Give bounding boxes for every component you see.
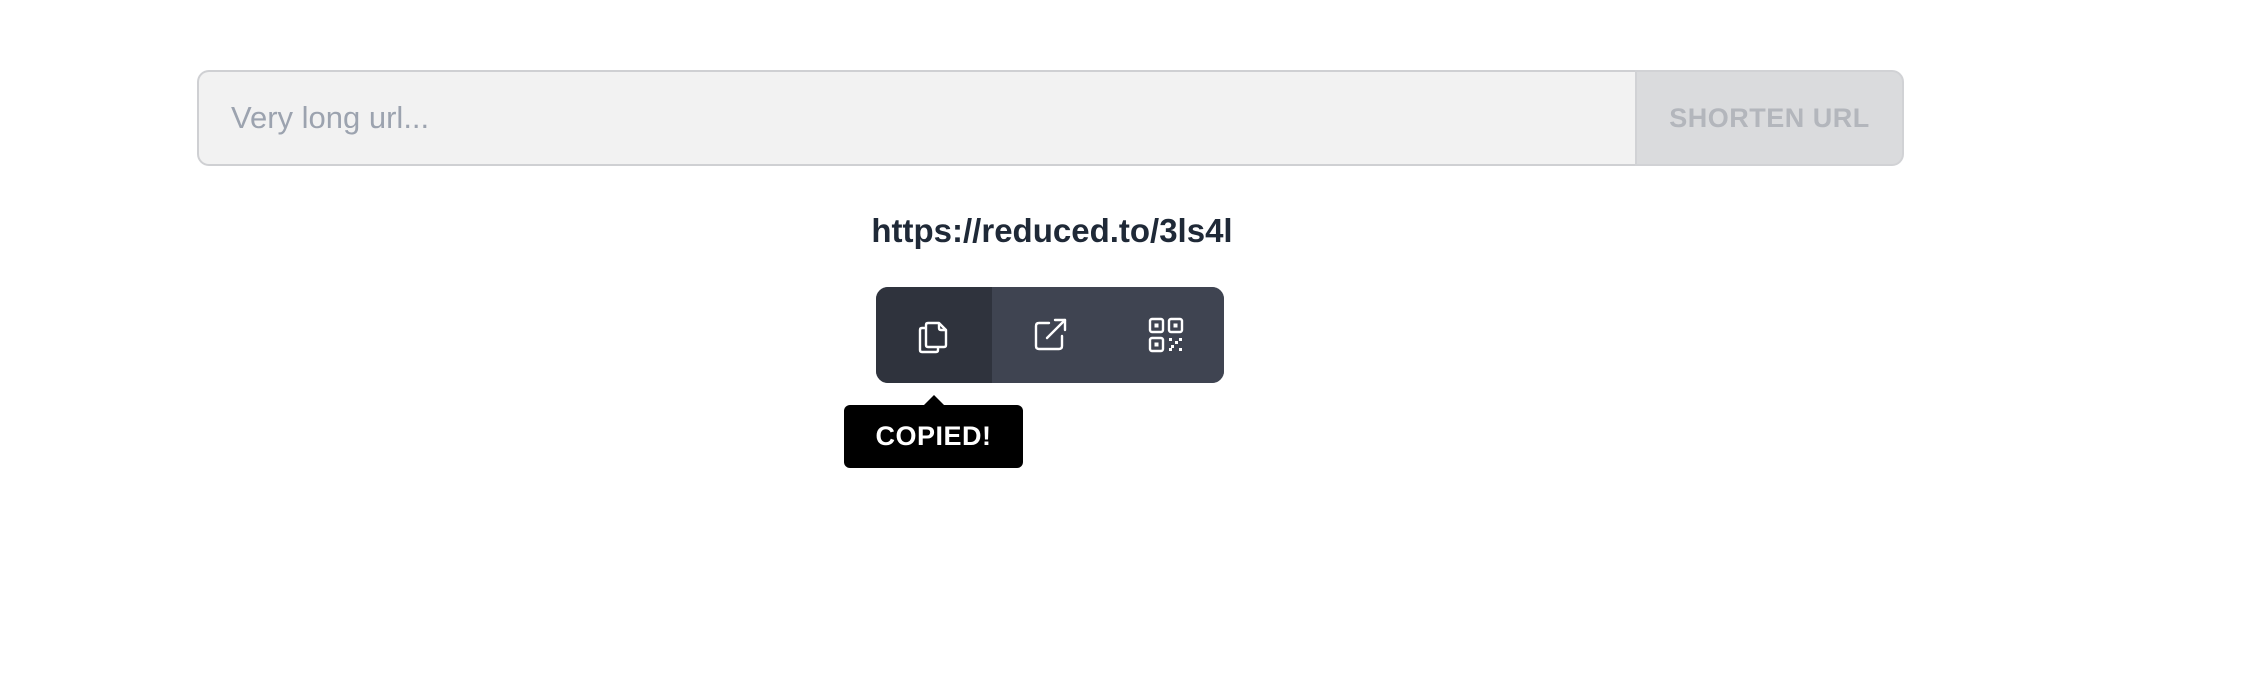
action-toolbar <box>876 287 1224 383</box>
open-link-button[interactable] <box>992 287 1108 383</box>
page: SHORTEN URL https://reduced.to/3ls4l <box>0 0 2256 690</box>
qr-code-button[interactable] <box>1108 287 1224 383</box>
shorten-url-button[interactable]: SHORTEN URL <box>1635 70 1904 166</box>
copy-button[interactable] <box>876 287 992 383</box>
external-link-icon <box>1034 318 1067 351</box>
tooltip-arrow <box>924 395 944 405</box>
copy-icon <box>918 321 948 354</box>
copied-tooltip: COPIED! <box>844 405 1023 468</box>
short-url-text: https://reduced.to/3ls4l <box>871 212 1233 249</box>
qr-code-icon <box>1148 317 1184 353</box>
url-input[interactable] <box>197 70 1635 166</box>
shorten-form: SHORTEN URL <box>197 70 1904 166</box>
